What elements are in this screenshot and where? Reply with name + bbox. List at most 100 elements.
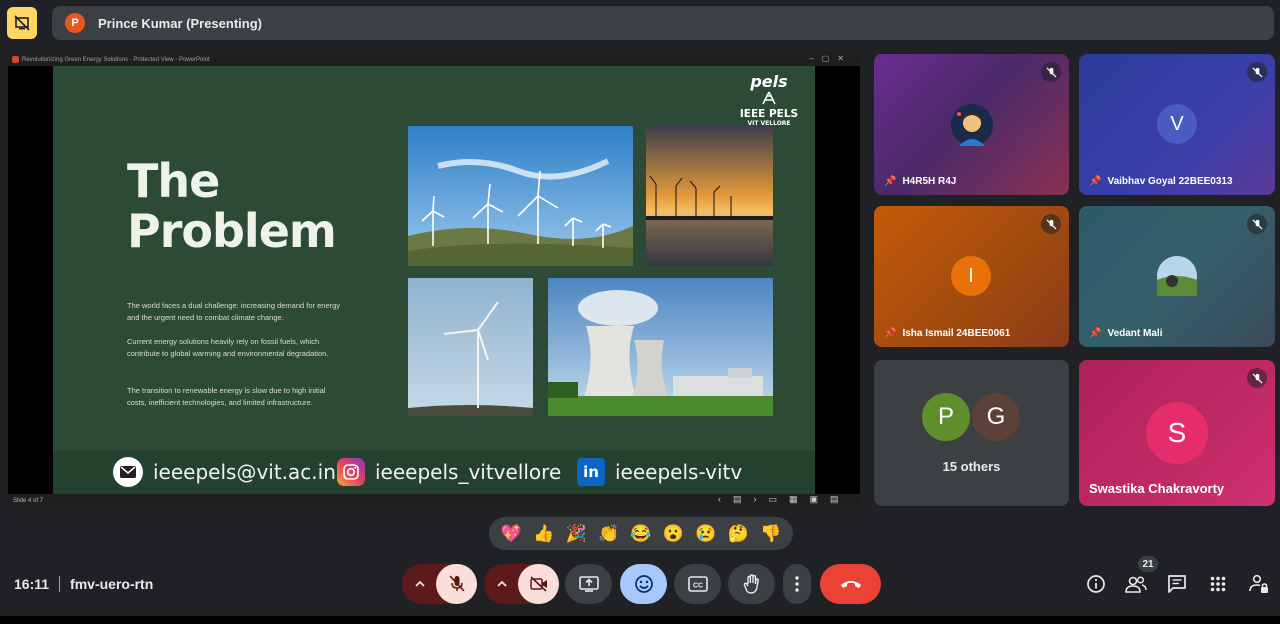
shared-screen: Revolutionizing Green Energy Solutions -…: [8, 53, 860, 507]
linkedin-icon: in: [577, 458, 605, 486]
slide-title: The Problem: [127, 154, 337, 258]
slide-paragraph-3: The transition to renewable energy is sl…: [127, 386, 326, 407]
activities-button[interactable]: [1206, 572, 1230, 596]
avatar: I: [951, 256, 991, 296]
email-contact: ieeepels@vit.ac.in: [113, 457, 336, 487]
muted-mic-icon: [1247, 62, 1267, 82]
powerpoint-statusbar: Slide 4 of 7 ‹▤›▭▦▣▤: [8, 494, 860, 507]
participant-name: H4R5H R4J: [902, 176, 957, 187]
pin-icon: 📌: [884, 176, 897, 187]
mail-icon: [113, 457, 143, 487]
ieee-pels-logo: pels IEEE PELS VIT VELLORE: [739, 72, 799, 128]
meeting-code: fmv-uero-rtn: [70, 576, 154, 592]
participant-count-badge: 21: [1138, 556, 1158, 572]
participant-name: Vaibhav Goyal 22BEE0313: [1107, 176, 1233, 187]
presenting-banner: P Prince Kumar (Presenting): [52, 6, 1274, 40]
thumbs-down-reaction[interactable]: 👎: [760, 524, 781, 544]
participant-tile-5[interactable]: S Swastika Chakravorty: [1079, 360, 1275, 506]
people-icon: [1125, 576, 1147, 593]
raise-hand-button[interactable]: [728, 564, 775, 604]
sunset-turbines-image: [646, 126, 773, 266]
slide-counter: Slide 4 of 7: [13, 497, 44, 504]
pin-icon: 📌: [1089, 328, 1102, 339]
more-options-button[interactable]: [783, 564, 811, 604]
slide: pels IEEE PELS VIT VELLORE The Problem T…: [53, 66, 815, 494]
presenter-avatar: P: [65, 13, 85, 33]
avatar: [951, 104, 993, 146]
participant-tile-1[interactable]: 📌 H4R5H R4J: [874, 54, 1069, 195]
present-screen-button[interactable]: [565, 564, 612, 604]
hand-icon: [743, 574, 759, 594]
powerpoint-titlebar: Revolutionizing Green Energy Solutions -…: [8, 53, 860, 66]
bottom-edge: [0, 616, 1280, 624]
avatar: G: [970, 391, 1022, 443]
muted-mic-icon: [1041, 62, 1061, 82]
participant-name: Isha Ismail 24BEE0061: [902, 328, 1011, 339]
laugh-reaction[interactable]: 😂: [630, 524, 651, 544]
sparkling-heart-reaction[interactable]: 💖: [501, 524, 522, 544]
powerpoint-icon: [12, 56, 19, 63]
window-title: Revolutionizing Green Energy Solutions -…: [22, 56, 210, 63]
avatar: V: [1157, 104, 1197, 144]
mic-off-icon: [448, 575, 465, 592]
chat-icon: [1168, 575, 1186, 593]
pylon-icon: [762, 91, 776, 105]
camera-off-icon: [529, 576, 547, 592]
mic-control-group: [402, 564, 477, 604]
avatar: P: [920, 391, 972, 443]
more-vert-icon: [795, 576, 799, 592]
avatar: S: [1146, 402, 1208, 464]
reactions-button[interactable]: [620, 564, 667, 604]
camera-off-button[interactable]: [518, 564, 559, 604]
instagram-icon: [337, 458, 365, 486]
muted-mic-icon: [1041, 214, 1061, 234]
sad-reaction[interactable]: 😢: [695, 524, 716, 544]
participant-tile-2[interactable]: V 📌 Vaibhav Goyal 22BEE0313: [1079, 54, 1275, 195]
others-tile[interactable]: P G 15 others: [874, 360, 1069, 506]
instagram-contact: ieeepels_vitvellore: [337, 457, 561, 487]
thumbs-up-reaction[interactable]: 👍: [533, 524, 554, 544]
info-icon: [1087, 575, 1105, 593]
present-to-all-icon: [578, 576, 599, 592]
muted-mic-icon: [1247, 214, 1267, 234]
single-turbine-image: [408, 278, 533, 416]
reactions-bar: 💖 👍 🎉 👏 😂 😮 😢 🤔 👎: [489, 517, 793, 550]
divider: [59, 576, 61, 592]
participant-name: Vedant Mali: [1107, 328, 1163, 339]
others-count: 15 others: [942, 459, 1001, 474]
wind-farm-image: [408, 126, 633, 266]
thinking-reaction[interactable]: 🤔: [728, 524, 749, 544]
video-options-chevron-up-icon[interactable]: [484, 580, 520, 588]
pin-icon: 📌: [884, 328, 897, 339]
view-controls-icon[interactable]: ‹▤›▭▦▣▤: [718, 494, 851, 505]
leave-call-button[interactable]: [820, 564, 881, 604]
audio-options-chevron-up-icon[interactable]: [402, 580, 438, 588]
participant-tile-3[interactable]: I 📌 Isha Ismail 24BEE0061: [874, 206, 1069, 347]
muted-mic-icon: [1247, 368, 1267, 388]
linkedin-contact: in ieeepels-vitv: [577, 457, 742, 487]
svg-text:CC: CC: [692, 583, 702, 590]
participant-tile-4[interactable]: 📌 Vedant Mali: [1079, 206, 1275, 347]
pin-icon: 📌: [1089, 176, 1102, 187]
surprised-reaction[interactable]: 😮: [663, 524, 684, 544]
chat-button[interactable]: [1165, 572, 1189, 596]
call-end-icon: [840, 581, 861, 588]
mic-off-button[interactable]: [436, 564, 477, 604]
smiley-icon: [634, 575, 653, 593]
window-controls-icon[interactable]: –▢✕: [809, 54, 852, 63]
meeting-details-button[interactable]: [1084, 572, 1108, 596]
captions-button[interactable]: CC: [674, 564, 721, 604]
participant-name: Swastika Chakravorty: [1089, 481, 1225, 496]
party-reaction[interactable]: 🎉: [566, 524, 587, 544]
apps-grid-icon: [1210, 576, 1226, 592]
slide-paragraph-2: Current energy solutions heavily rely on…: [127, 337, 329, 358]
slide-paragraph-1: The world faces a dual challenge: increa…: [127, 301, 341, 322]
lock-person-icon: [1249, 574, 1268, 593]
people-button[interactable]: [1124, 572, 1148, 596]
meeting-info: 16:11 fmv-uero-rtn: [14, 576, 153, 592]
host-controls-button[interactable]: [1247, 572, 1271, 596]
stop-presenting-icon[interactable]: [7, 7, 37, 39]
avatar: [1157, 256, 1197, 296]
clap-reaction[interactable]: 👏: [598, 524, 619, 544]
camera-control-group: [484, 564, 559, 604]
